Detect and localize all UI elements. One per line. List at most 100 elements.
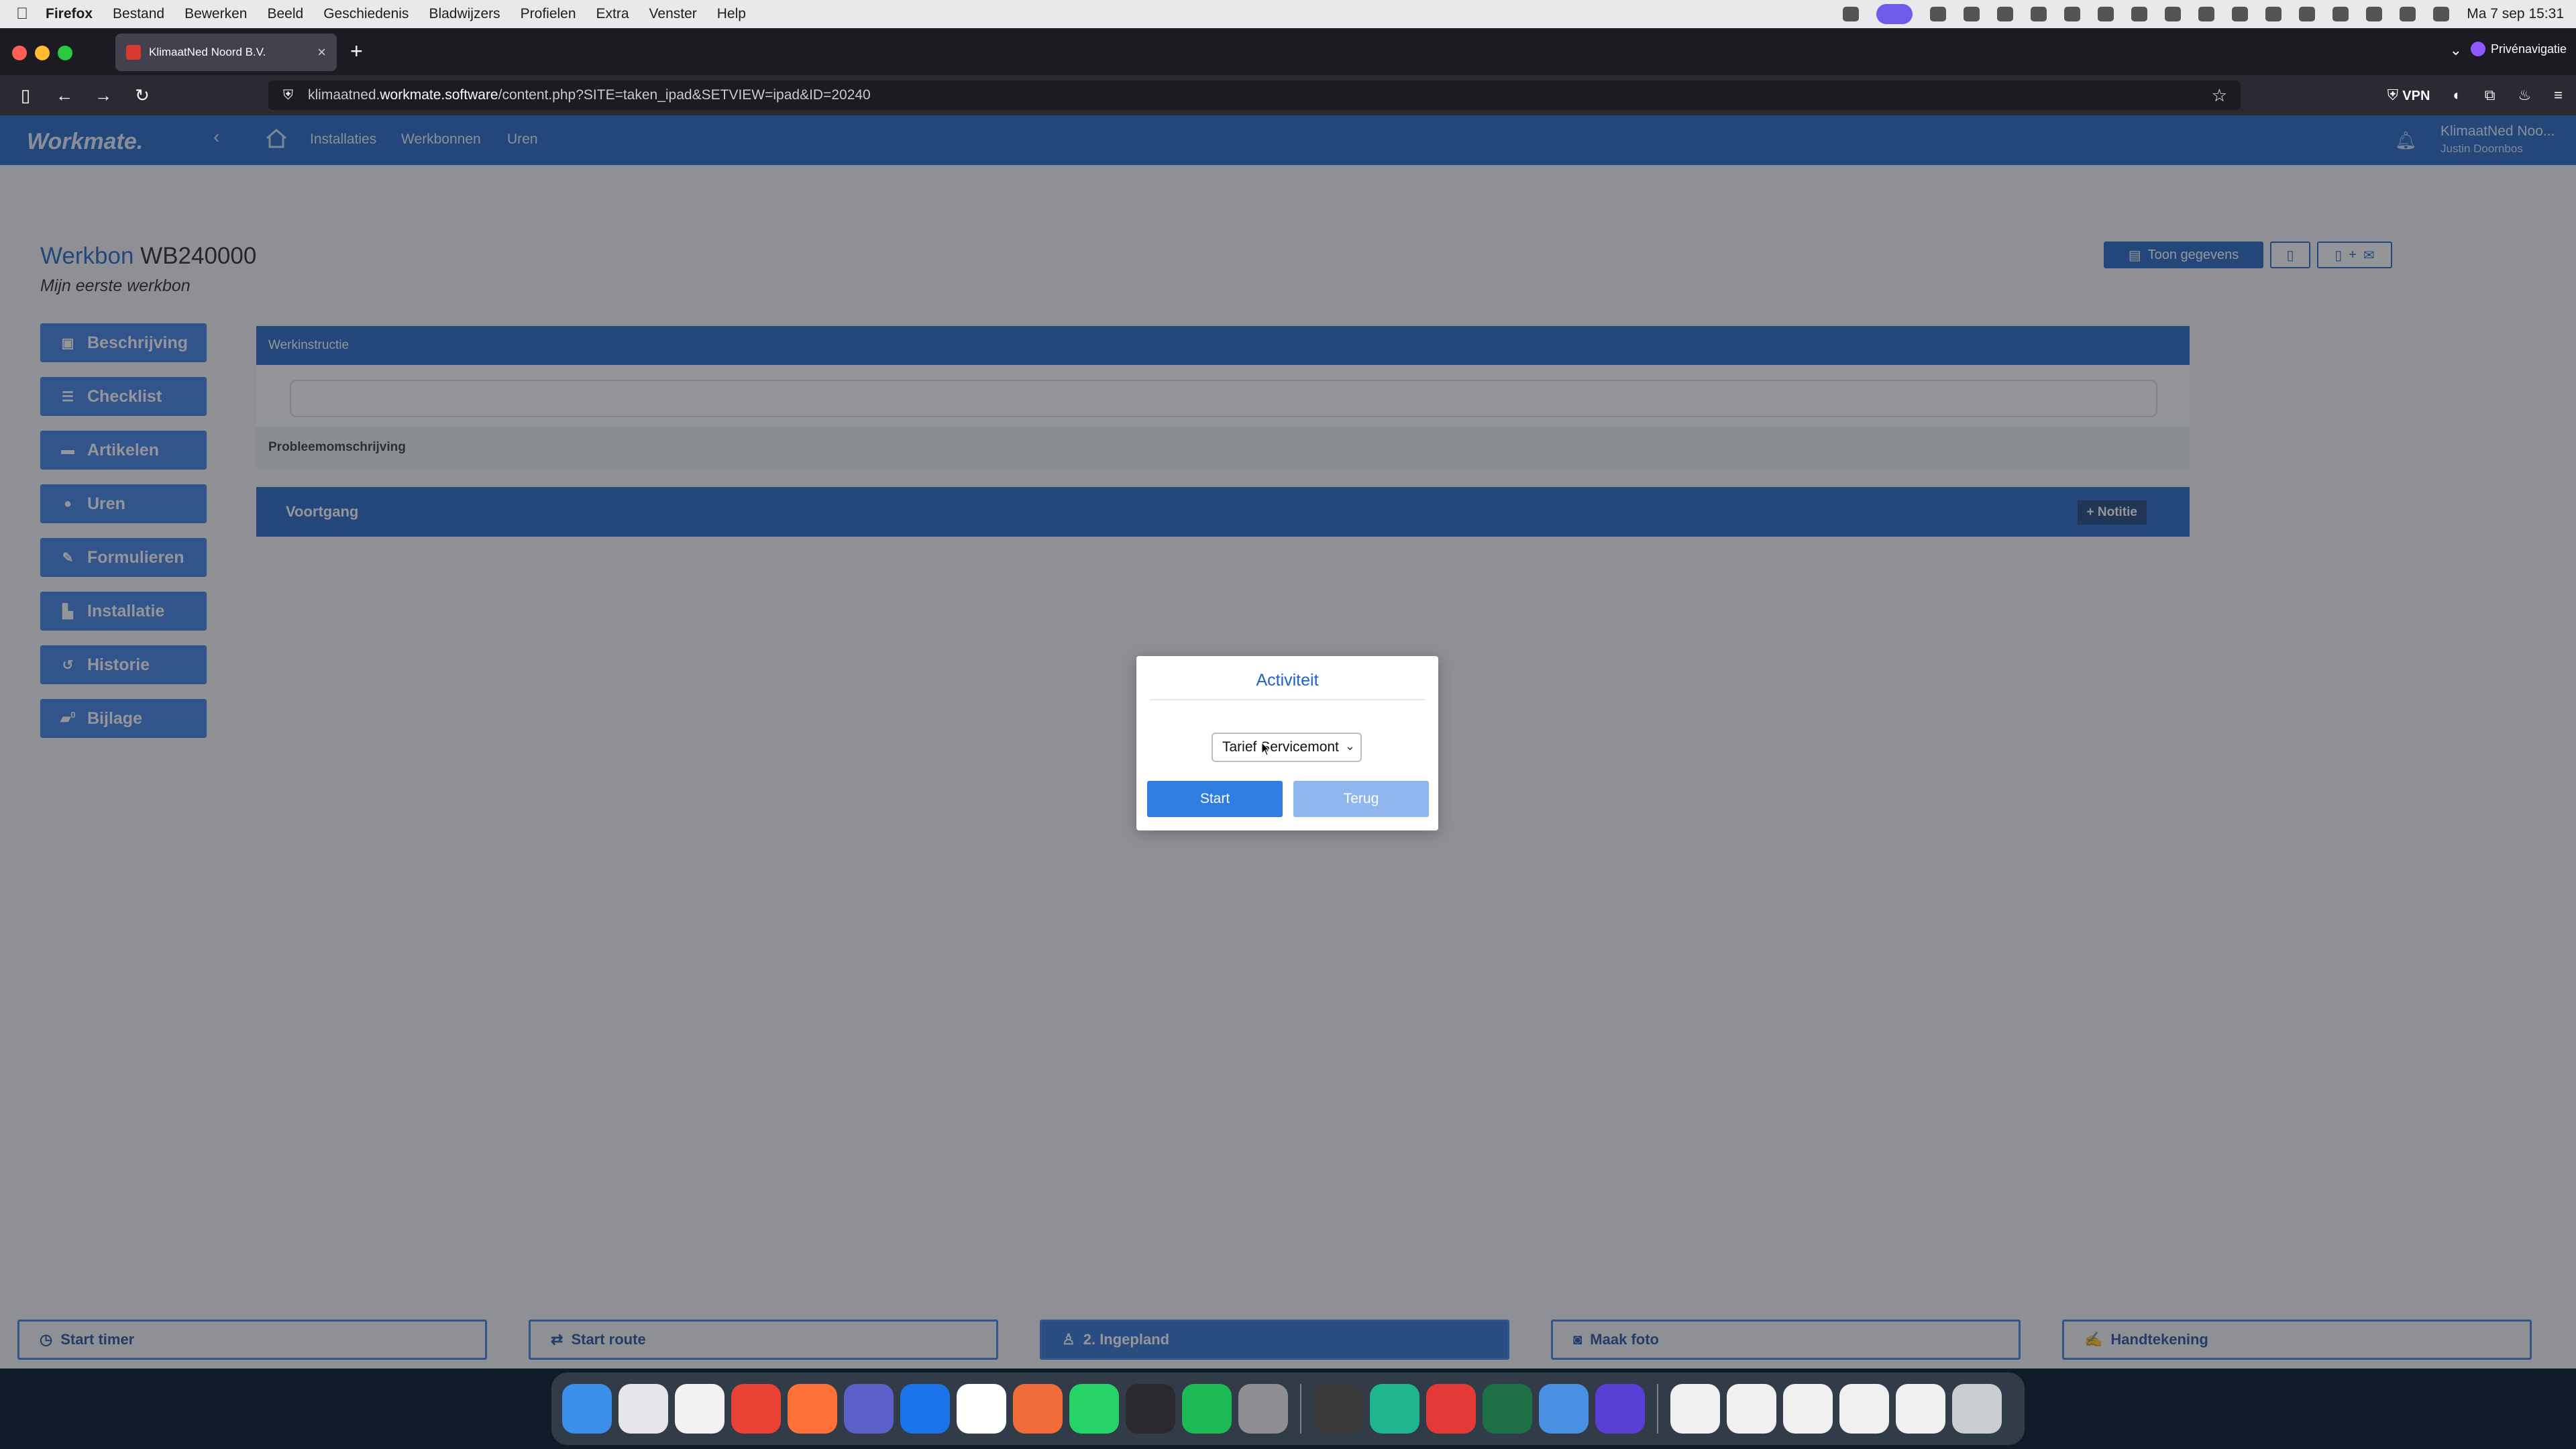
- app-robot-icon[interactable]: [1539, 1384, 1589, 1434]
- voice-memos-icon[interactable]: [1126, 1384, 1175, 1434]
- app-tray-icon[interactable]: [2064, 7, 2081, 21]
- dialog-divider: [1150, 699, 1425, 700]
- vpn-button[interactable]: ⛨ VPN: [2387, 87, 2430, 104]
- document-thumbnail-icon[interactable]: [1896, 1384, 1945, 1434]
- start-button[interactable]: Start: [1147, 781, 1283, 817]
- spotify-icon[interactable]: [1182, 1384, 1232, 1434]
- sun-tray-icon[interactable]: [1930, 7, 1947, 21]
- chrome-icon[interactable]: [731, 1384, 781, 1434]
- activiteit-select[interactable]: Tarief Servicemont ⌄: [1212, 733, 1362, 762]
- site-info-shield-icon[interactable]: ⛨: [283, 88, 293, 103]
- window-close-icon[interactable]: [12, 46, 27, 60]
- dock-separator: [1657, 1384, 1658, 1434]
- app-tray-icon[interactable]: [2232, 7, 2249, 21]
- browser-tab-strip: KlimaatNed Noord B.V. × + ⌄ Privénavigat…: [0, 28, 2576, 75]
- browser-nav-bar: ▯ ← → ↻ ⛨ klimaatned. workmate.software/c…: [0, 75, 2576, 115]
- cloud-filled-tray-icon[interactable]: [2031, 7, 2047, 21]
- document-thumbnail-icon[interactable]: [1670, 1384, 1720, 1434]
- menu-app-name[interactable]: Firefox: [46, 6, 93, 22]
- app-tray-icon[interactable]: [2198, 7, 2215, 21]
- outlook-icon[interactable]: [900, 1384, 950, 1434]
- new-tab-icon[interactable]: +: [350, 39, 363, 64]
- document-thumbnail-icon[interactable]: [1783, 1384, 1833, 1434]
- reminders-icon[interactable]: [675, 1384, 724, 1434]
- account-icon[interactable]: ◐: [2453, 87, 2461, 104]
- private-browsing-indicator: Privénavigatie: [2470, 42, 2567, 56]
- menu-bladwijzers[interactable]: Bladwijzers: [429, 6, 500, 22]
- fire-icon[interactable]: ♨: [2518, 87, 2531, 104]
- tab-favicon-icon: [126, 45, 141, 60]
- document-thumbnail-icon[interactable]: [1839, 1384, 1889, 1434]
- app-tray-icon[interactable]: [1964, 7, 1980, 21]
- back-arrow-icon[interactable]: ←: [51, 85, 78, 106]
- search-tray-icon[interactable]: [1843, 7, 1860, 21]
- spotlight-icon[interactable]: [2400, 7, 2416, 21]
- finder-icon[interactable]: [562, 1384, 612, 1434]
- claude-icon[interactable]: [1013, 1384, 1063, 1434]
- browser-tab[interactable]: KlimaatNed Noord B.V. ×: [115, 34, 337, 71]
- screen-share-icon[interactable]: [1876, 4, 1913, 24]
- menu-help[interactable]: Help: [717, 6, 746, 22]
- tab-close-icon[interactable]: ×: [317, 44, 326, 61]
- url-bar[interactable]: ⛨ klimaatned. workmate.software/content.p…: [268, 80, 2241, 110]
- menu-bestand[interactable]: Bestand: [113, 6, 164, 22]
- private-label: Privénavigatie: [2490, 42, 2567, 56]
- notion-tray-icon[interactable]: [2165, 7, 2182, 21]
- menu-extra[interactable]: Extra: [596, 6, 629, 22]
- url-domain: workmate.software: [380, 87, 498, 103]
- macos-menu-bar:  Firefox Bestand Bewerken Beeld Geschie…: [0, 0, 2576, 28]
- menu-clock[interactable]: Ma 7 sep 15:31: [2467, 6, 2564, 22]
- pdf-app-icon[interactable]: [1426, 1384, 1476, 1434]
- apple-icon[interactable]: : [16, 5, 46, 23]
- extensions-icon[interactable]: ⧉: [2485, 87, 2496, 104]
- play-tray-icon[interactable]: [2332, 7, 2349, 21]
- trash-icon[interactable]: [1952, 1384, 2002, 1434]
- menu-venster[interactable]: Venster: [649, 6, 697, 22]
- chevron-down-icon: ⌄: [1344, 739, 1355, 753]
- activiteit-dialog: Activiteit Tarief Servicemont ⌄ Start Te…: [1136, 656, 1438, 830]
- teams-icon[interactable]: [844, 1384, 894, 1434]
- dialog-title: Activiteit: [1256, 671, 1319, 690]
- excel-icon[interactable]: [1483, 1384, 1532, 1434]
- menu-profielen[interactable]: Profielen: [521, 6, 576, 22]
- control-center-icon[interactable]: [2433, 7, 2450, 21]
- bookmark-star-icon[interactable]: ☆: [2212, 85, 2227, 106]
- app-spiral-icon[interactable]: [1313, 1384, 1363, 1434]
- terug-button[interactable]: Terug: [1293, 781, 1429, 817]
- menu-geschiedenis[interactable]: Geschiedenis: [323, 6, 409, 22]
- cloud-tray-icon[interactable]: [1997, 7, 2014, 21]
- wifi-icon[interactable]: [2299, 7, 2316, 21]
- macos-dock: [551, 1373, 2025, 1445]
- mouse-cursor-icon: [1261, 742, 1271, 756]
- battery-icon[interactable]: [2366, 7, 2383, 21]
- select-value: Tarief Servicemont: [1222, 739, 1339, 755]
- menu-bewerken[interactable]: Bewerken: [184, 6, 247, 22]
- url-prefix: klimaatned.: [308, 87, 380, 103]
- pdf-tray-icon[interactable]: [2098, 7, 2114, 21]
- display-tray-icon[interactable]: [2265, 7, 2282, 21]
- launchpad-icon[interactable]: [619, 1384, 668, 1434]
- app-tray-icon[interactable]: [2131, 7, 2148, 21]
- notion-icon[interactable]: [957, 1384, 1006, 1434]
- sidebar-toggle-icon[interactable]: ▯: [12, 85, 39, 106]
- private-mask-icon: [2470, 42, 2485, 56]
- reload-icon[interactable]: ↻: [129, 85, 156, 106]
- system-settings-icon[interactable]: [1238, 1384, 1288, 1434]
- app-g-icon[interactable]: [1595, 1384, 1645, 1434]
- document-thumbnail-icon[interactable]: [1727, 1384, 1776, 1434]
- toolbar-right: ⛨ VPN ◐ ⧉ ♨ ≡: [2387, 75, 2563, 115]
- menu-beeld[interactable]: Beeld: [267, 6, 303, 22]
- forward-arrow-icon[interactable]: →: [90, 85, 117, 106]
- vpn-label: VPN: [2402, 89, 2430, 103]
- window-minimize-icon[interactable]: [35, 46, 50, 60]
- tab-list-chevron-icon[interactable]: ⌄: [2450, 42, 2462, 59]
- app-waves-icon[interactable]: [1370, 1384, 1419, 1434]
- dock-separator: [1300, 1384, 1301, 1434]
- web-content: Workmate. ‹ Installaties Werkbonnen Uren…: [0, 115, 2576, 1368]
- whatsapp-icon[interactable]: [1069, 1384, 1119, 1434]
- window-zoom-icon[interactable]: [58, 46, 72, 60]
- menu-hamburger-icon[interactable]: ≡: [2554, 87, 2563, 104]
- status-tray: Ma 7 sep 15:31: [1843, 0, 2564, 28]
- firefox-icon[interactable]: [788, 1384, 837, 1434]
- vpn-shield-icon: ⛨: [2387, 87, 2403, 103]
